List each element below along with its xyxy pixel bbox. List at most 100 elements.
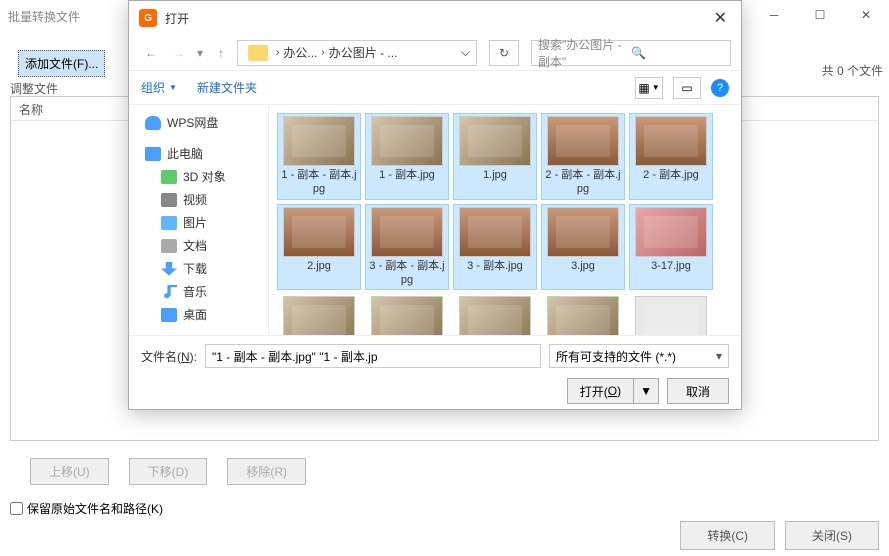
open-button[interactable]: 打开(O) ▼ xyxy=(567,378,659,404)
window-title: 批量转换文件 xyxy=(8,8,80,25)
app-icon: G xyxy=(139,9,157,27)
picture-icon xyxy=(161,216,177,230)
thumbnail xyxy=(283,296,355,335)
file-item[interactable]: 3 - 副本.jpg xyxy=(453,204,537,291)
file-item[interactable]: 2 - 副本.jpg xyxy=(629,113,713,200)
thumbnail xyxy=(459,207,531,257)
keep-path-row: 保留原始文件名和路径(K) xyxy=(10,500,163,517)
minimize-button[interactable]: ─ xyxy=(751,0,797,30)
thumbnail xyxy=(635,207,707,257)
search-input[interactable]: 搜索"办公图片 - 副本" 🔍 xyxy=(531,40,731,66)
remove-button[interactable]: 移除(R) xyxy=(227,458,306,485)
close-button-footer[interactable]: 关闭(S) xyxy=(785,521,879,550)
dialog-close-button[interactable]: ✕ xyxy=(710,8,731,28)
thumbnail xyxy=(283,207,355,257)
refresh-button[interactable]: ↻ xyxy=(489,40,519,66)
file-name: 1 - 副本 - 副本.jpg xyxy=(280,168,358,197)
file-item[interactable]: 1.jpg xyxy=(453,113,537,200)
cloud-icon xyxy=(145,116,161,130)
file-item[interactable] xyxy=(541,294,625,335)
file-item[interactable]: 2.jpg xyxy=(277,204,361,291)
dialog-title: 打开 xyxy=(165,10,189,27)
maximize-button[interactable]: ☐ xyxy=(797,0,843,30)
file-name: 2 - 副本.jpg xyxy=(643,168,699,182)
thumbnail xyxy=(371,116,443,166)
breadcrumb-seg-1[interactable]: 办公... xyxy=(283,44,317,61)
thumbnail xyxy=(547,116,619,166)
filename-label: 文件名(N): xyxy=(141,348,197,365)
chevron-right-icon: › xyxy=(276,47,279,58)
open-file-dialog: G 打开 ✕ ← → ▾ ↑ › 办公... › 办公图片 - ... ⌵ ↻ … xyxy=(128,0,742,410)
help-button[interactable]: ? xyxy=(711,79,729,97)
music-icon xyxy=(161,285,177,299)
tree-documents[interactable]: 文档 xyxy=(129,234,268,257)
file-grid[interactable]: 1 - 副本 - 副本.jpg 1 - 副本.jpg 1.jpg 2 - 副本 - 副… xyxy=(269,105,741,335)
tree-wps[interactable]: WPS网盘 xyxy=(129,111,268,134)
thumbnail xyxy=(459,116,531,166)
tree-desktop[interactable]: 桌面 xyxy=(129,303,268,326)
forward-button[interactable]: → xyxy=(167,41,191,65)
convert-button[interactable]: 转换(C) xyxy=(680,521,775,550)
tree-video[interactable]: 视频 xyxy=(129,188,268,211)
thumbnail xyxy=(635,116,707,166)
file-item[interactable] xyxy=(365,294,449,335)
thumbnail xyxy=(283,116,355,166)
file-name: 3 - 副本 - 副本.jpg xyxy=(368,259,446,288)
preview-pane-button[interactable]: ▭ xyxy=(673,77,701,99)
close-button[interactable]: ✕ xyxy=(843,0,889,30)
search-icon: 🔍 xyxy=(631,46,724,60)
folder-icon xyxy=(248,45,268,61)
tree-downloads[interactable]: 下载 xyxy=(129,257,268,280)
search-placeholder: 搜索"办公图片 - 副本" xyxy=(538,36,631,70)
tree-music[interactable]: 音乐 xyxy=(129,280,268,303)
pc-icon xyxy=(145,147,161,161)
file-item[interactable] xyxy=(277,294,361,335)
add-file-button[interactable]: 添加文件(F)... xyxy=(18,50,105,77)
file-item[interactable] xyxy=(453,294,537,335)
file-type-filter[interactable]: 所有可支持的文件 (*.*) xyxy=(549,344,729,368)
thumbnail xyxy=(547,207,619,257)
file-item[interactable] xyxy=(629,294,713,335)
tree-this-pc[interactable]: 此电脑 xyxy=(129,142,268,165)
file-count-label: 共 0 个文件 xyxy=(822,62,883,79)
dialog-nav: ← → ▾ ↑ › 办公... › 办公图片 - ... ⌵ ↻ 搜索"办公图片… xyxy=(129,35,741,71)
file-item[interactable]: 3-17.jpg xyxy=(629,204,713,291)
file-item[interactable]: 1 - 副本 - 副本.jpg xyxy=(277,113,361,200)
desktop-icon xyxy=(161,308,177,322)
breadcrumb[interactable]: › 办公... › 办公图片 - ... ⌵ xyxy=(237,40,477,66)
move-down-button[interactable]: 下移(D) xyxy=(129,458,208,485)
file-item[interactable]: 1 - 副本.jpg xyxy=(365,113,449,200)
thumbnail xyxy=(371,296,443,335)
document-icon xyxy=(161,239,177,253)
file-item[interactable]: 2 - 副本 - 副本.jpg xyxy=(541,113,625,200)
file-name: 1 - 副本.jpg xyxy=(379,168,435,182)
view-mode-button[interactable]: ▦▼ xyxy=(635,77,663,99)
file-name: 3-17.jpg xyxy=(651,259,691,273)
file-name: 3.jpg xyxy=(571,259,595,273)
thumbnail xyxy=(635,296,707,335)
breadcrumb-dropdown[interactable]: ⌵ xyxy=(461,45,470,60)
cancel-button[interactable]: 取消 xyxy=(667,378,729,404)
dialog-titlebar: G 打开 ✕ xyxy=(129,1,741,35)
file-name: 2.jpg xyxy=(307,259,331,273)
file-item[interactable]: 3.jpg xyxy=(541,204,625,291)
thumbnail xyxy=(547,296,619,335)
tree-pictures[interactable]: 图片 xyxy=(129,211,268,234)
new-folder-button[interactable]: 新建文件夹 xyxy=(197,79,257,96)
footer-buttons: 转换(C) 关闭(S) xyxy=(680,521,879,550)
file-name: 1.jpg xyxy=(483,168,507,182)
thumbnail xyxy=(459,296,531,335)
up-button[interactable]: ↑ xyxy=(209,41,233,65)
breadcrumb-seg-2[interactable]: 办公图片 - ... xyxy=(329,44,398,61)
back-button[interactable]: ← xyxy=(139,41,163,65)
keep-path-checkbox[interactable] xyxy=(10,502,23,515)
nav-sep: ▾ xyxy=(197,46,203,60)
open-dropdown[interactable]: ▼ xyxy=(634,384,658,398)
filename-input[interactable] xyxy=(205,344,541,368)
file-name: 2 - 副本 - 副本.jpg xyxy=(544,168,622,197)
move-up-button[interactable]: 上移(U) xyxy=(30,458,109,485)
organize-menu[interactable]: 组织▼ xyxy=(141,79,177,96)
file-item[interactable]: 3 - 副本 - 副本.jpg xyxy=(365,204,449,291)
dialog-body: WPS网盘 此电脑 3D 对象 视频 图片 文档 下载 音乐 桌面 1 - 副本… xyxy=(129,105,741,335)
tree-3d[interactable]: 3D 对象 xyxy=(129,165,268,188)
